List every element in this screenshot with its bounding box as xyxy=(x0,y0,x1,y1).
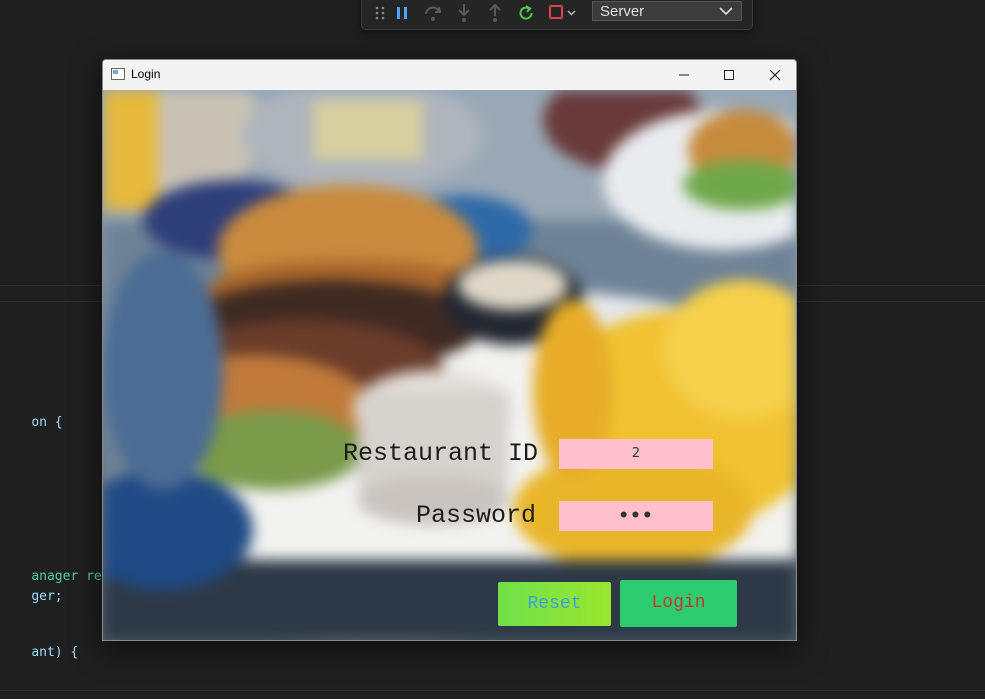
title-bar[interactable]: Login xyxy=(103,60,796,90)
code-line: ant) { xyxy=(31,645,79,660)
chevron-down-icon xyxy=(719,7,733,16)
minimize-icon xyxy=(679,74,689,76)
restaurant-id-field[interactable]: 2 xyxy=(559,439,713,469)
code-line: on { xyxy=(31,415,63,430)
editor-divider xyxy=(0,690,985,691)
food-background-image xyxy=(103,90,796,640)
debug-target-label: Server xyxy=(600,3,645,20)
maximize-icon xyxy=(724,70,734,80)
step-out-icon[interactable] xyxy=(484,2,506,24)
password-field[interactable]: ••• xyxy=(559,501,713,531)
code-line: ger; xyxy=(31,589,63,604)
restaurant-id-label: Restaurant ID xyxy=(342,439,538,468)
step-over-icon[interactable] xyxy=(422,2,444,24)
password-label: Password xyxy=(415,501,536,530)
login-window: Login Restaurant ID 2 Password ••• Reset… xyxy=(102,59,797,641)
debug-target-select[interactable]: Server xyxy=(592,1,742,21)
close-button[interactable] xyxy=(752,60,796,90)
close-icon xyxy=(769,69,781,81)
drag-handle-icon[interactable] xyxy=(369,2,391,24)
login-button[interactable]: Login xyxy=(620,580,737,627)
restart-icon[interactable] xyxy=(515,2,537,24)
reset-button[interactable]: Reset xyxy=(498,582,611,626)
step-into-icon[interactable] xyxy=(453,2,475,24)
debug-toolbar: Server xyxy=(361,0,753,30)
app-icon xyxy=(111,68,125,80)
login-panel: Restaurant ID 2 Password ••• Reset Login xyxy=(103,90,796,640)
stop-icon[interactable] xyxy=(548,2,578,24)
window-title: Login xyxy=(131,67,161,81)
minimize-button[interactable] xyxy=(661,60,707,90)
pause-icon[interactable] xyxy=(391,2,413,24)
maximize-button[interactable] xyxy=(706,60,752,90)
